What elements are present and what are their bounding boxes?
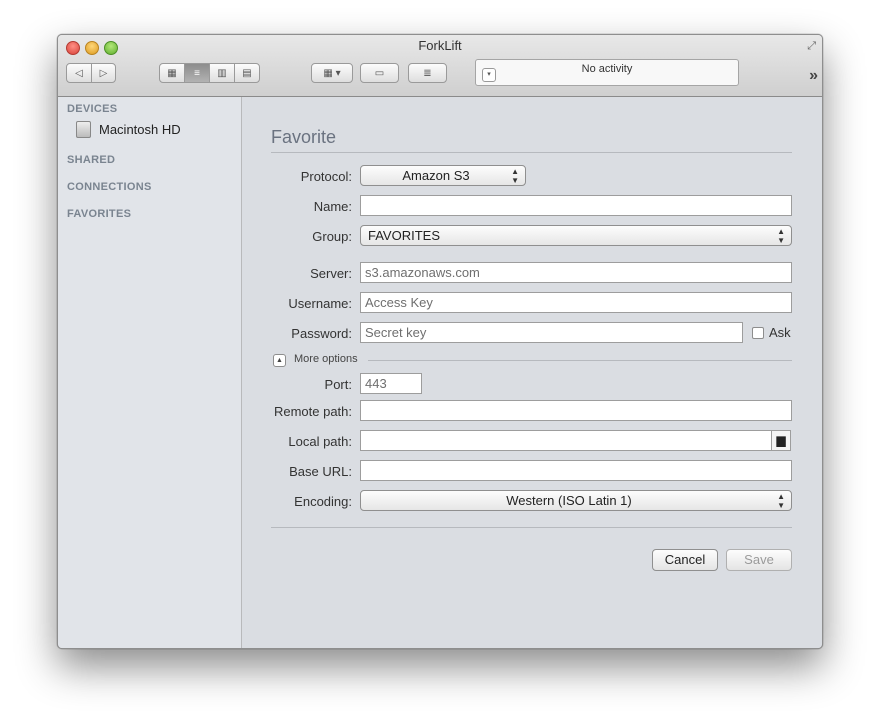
updown-arrows-icon: ▲ ▼ [777,227,785,245]
ask-label: Ask [769,325,791,340]
sidebar-item-label: Macintosh HD [99,122,181,137]
base-url-field[interactable] [360,460,792,481]
server-label: Server: [310,266,352,281]
encoding-select[interactable]: Western (ISO Latin 1) ▲ ▼ [360,490,792,511]
form-heading: Favorite [271,127,337,147]
updown-arrows-icon: ▲ ▼ [511,167,519,185]
action-menu-button[interactable]: ▦ ▾ [311,63,353,83]
save-button[interactable]: Save [726,549,792,571]
activity-panel: ▾ No activity [475,59,739,86]
encoding-value: Western (ISO Latin 1) [506,493,632,508]
more-options-label[interactable]: More options [294,353,358,365]
cancel-button[interactable]: Cancel [652,549,718,571]
coverflow-view-icon[interactable]: ▤ [235,64,259,82]
titlebar: ForkLift ⤢ ◁ ▷ ▦ ≡ ▥ ▤ ▦ ▾ ▭ ≣ ▾ No acti… [58,35,822,97]
add-list-icon: ≣ [423,67,432,79]
disclosure-triangle-icon[interactable]: ▲ [273,354,286,367]
more-options-divider [368,360,792,361]
remote-path-field[interactable] [360,400,792,421]
connect-button[interactable]: ▭ [360,63,399,83]
back-arrow-icon[interactable]: ◁ [67,64,92,82]
view-mode-control: ▦ ≡ ▥ ▤ [159,63,260,83]
computer-icon: ▭ [374,67,385,79]
column-view-icon[interactable]: ▥ [210,64,235,82]
sidebar-heading-connections[interactable]: CONNECTIONS [67,181,152,193]
window-title: ForkLift [418,38,462,53]
group-label: Group: [312,229,352,244]
encoding-label: Encoding: [294,494,352,509]
base-url-label: Base URL: [289,464,352,479]
group-select[interactable]: FAVORITES ▲ ▼ [360,225,792,246]
back-forward-control: ◁ ▷ [66,63,116,83]
sidebar-heading-favorites[interactable]: FAVORITES [67,208,131,220]
sidebar-item-macintosh-hd[interactable]: Macintosh HD [76,121,181,138]
updown-arrows-icon: ▲ ▼ [777,492,785,510]
protocol-value: Amazon S3 [402,168,470,183]
forward-arrow-icon[interactable]: ▷ [92,64,115,82]
activity-status: No activity [581,63,633,75]
sidebar: DEVICES Macintosh HD SHARED CONNECTIONS … [58,97,242,648]
favorite-form-panel: Favorite Protocol: Amazon S3 ▲ ▼ Name: Gr… [242,97,822,648]
local-path-field[interactable] [360,430,772,451]
username-field[interactable]: Access Key [360,292,792,313]
hard-drive-icon [76,121,91,138]
protocol-select[interactable]: Amazon S3 ▲ ▼ [360,165,526,186]
port-label: Port: [324,377,352,392]
ask-password-checkbox[interactable] [752,327,764,339]
protocol-label: Protocol: [300,169,352,184]
sidebar-heading-shared[interactable]: SHARED [67,154,115,166]
name-label: Name: [313,199,352,214]
fullscreen-icon[interactable]: ⤢ [807,40,816,53]
group-value: FAVORITES [368,228,440,243]
sidebar-heading-devices: DEVICES [67,103,118,115]
icon-view-icon[interactable]: ▦ [160,64,185,82]
folder-icon[interactable]: ▆ [771,430,791,451]
server-field[interactable]: s3.amazonaws.com [360,262,792,283]
footer-divider [271,527,792,528]
password-field[interactable]: Secret key [360,322,743,343]
toolbar-overflow-icon[interactable]: » [809,67,818,85]
local-path-label: Local path: [288,434,352,449]
port-field[interactable]: 443 [360,373,422,394]
add-favorite-button[interactable]: ≣ [408,63,447,83]
password-label: Password: [291,326,352,341]
list-view-icon[interactable]: ≡ [185,64,210,82]
forklift-window: ForkLift ⤢ ◁ ▷ ▦ ≡ ▥ ▤ ▦ ▾ ▭ ≣ ▾ No acti… [57,34,823,649]
heading-divider [271,152,792,153]
username-label: Username: [288,296,352,311]
remote-path-label: Remote path: [273,404,352,419]
name-field[interactable] [360,195,792,216]
action-grid-icon: ▦ ▾ [323,67,341,79]
